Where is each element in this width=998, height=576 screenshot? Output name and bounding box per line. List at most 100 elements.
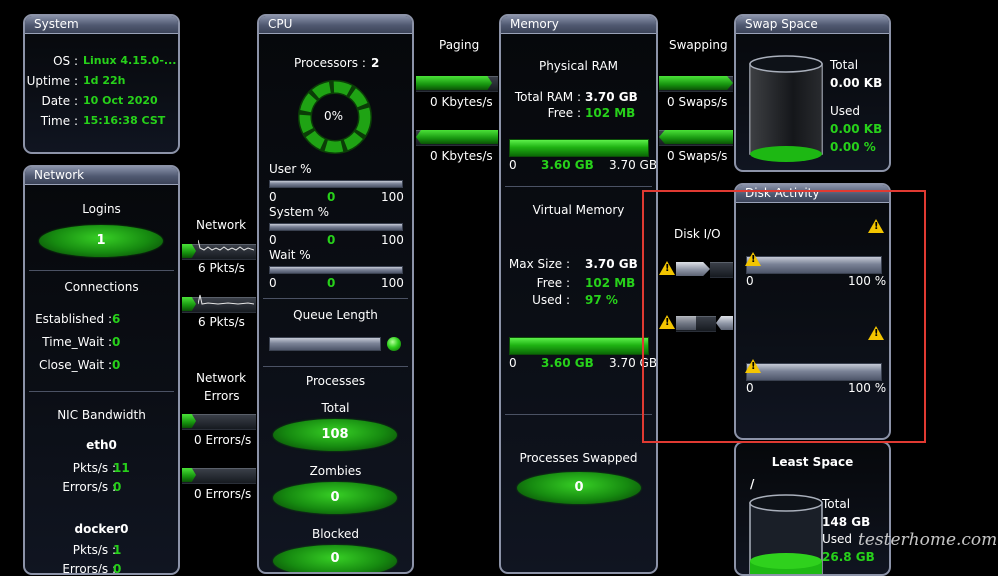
vm-free-label: Free : bbox=[536, 276, 570, 290]
close-wait-value: 0 bbox=[112, 358, 121, 372]
disk-io-connector-bar bbox=[710, 262, 733, 278]
zombies-label: Zombies bbox=[309, 464, 362, 478]
system-scale-max: 100 bbox=[381, 233, 404, 247]
paging-rate-1: 0 Kbytes/s bbox=[430, 95, 493, 109]
disk-scale-max: 100 % bbox=[848, 381, 887, 395]
system-percent-value: 0 bbox=[327, 233, 336, 247]
least-space-panel: Least Space / Total 148 GB Used 26.8 GB bbox=[734, 441, 891, 576]
network-rate-1: 6 Pkts/s bbox=[198, 261, 245, 275]
ram-bar-min: 0 bbox=[509, 158, 517, 172]
user-percent-value: 0 bbox=[327, 190, 336, 204]
virtual-memory-label: Virtual Memory bbox=[532, 203, 625, 217]
ram-bar-max: 3.70 GB bbox=[609, 158, 658, 172]
space-total-value: 148 GB bbox=[822, 515, 871, 529]
disk-bar-warning-icon: ! bbox=[745, 252, 761, 266]
vm-bar-max: 3.70 GB bbox=[609, 356, 658, 370]
disk-io-arrow bbox=[716, 316, 733, 330]
network-panel: Network Logins 1 Connections Established… bbox=[23, 165, 180, 575]
disk-io-label: Disk I/O bbox=[674, 227, 721, 241]
uptime-value: 1d 22h bbox=[83, 74, 126, 87]
disk-warning-icon: ! bbox=[868, 219, 884, 233]
established-label: Established : bbox=[35, 312, 112, 326]
space-total-label: Total bbox=[822, 497, 851, 511]
system-percent-bar bbox=[269, 223, 403, 231]
memory-separator-2 bbox=[505, 414, 652, 415]
wait-scale-min: 0 bbox=[269, 276, 277, 290]
network-sparkline-1 bbox=[198, 239, 254, 251]
swap-used-label: Used bbox=[830, 104, 861, 118]
disk-io-warning-icon: ! bbox=[659, 315, 675, 329]
disk-scale-min: 0 bbox=[746, 381, 754, 395]
paging-flow-arrow bbox=[416, 130, 498, 144]
wait-percent-value: 0 bbox=[327, 276, 336, 290]
network-separator-2 bbox=[29, 391, 174, 392]
swap-space-panel: Swap Space Total 0.00 KB Used 0.00 KB 0.… bbox=[734, 14, 891, 172]
nic-name: eth0 bbox=[86, 438, 117, 452]
virtual-memory-bar bbox=[509, 337, 649, 355]
network-separator-1 bbox=[29, 270, 174, 271]
vm-bar-min: 0 bbox=[509, 356, 517, 370]
disk-activity-bar bbox=[746, 363, 882, 381]
disk-io-warning-icon: ! bbox=[659, 261, 675, 275]
physical-ram-bar bbox=[509, 139, 649, 157]
date-value: 10 Oct 2020 bbox=[83, 94, 158, 107]
cpu-load-value: 0% bbox=[324, 109, 344, 123]
swap-used-value: 0.00 KB bbox=[830, 122, 883, 136]
system-scale-min: 0 bbox=[269, 233, 277, 247]
processes-label: Processes bbox=[305, 374, 366, 388]
errors-rate-2: 0 Errors/s bbox=[194, 487, 252, 501]
disk-activity-panel: Disk Activity ! ! 0 100 % ! ! 0 100 % bbox=[734, 183, 891, 440]
disk-activity-panel-title: Disk Activity bbox=[736, 185, 889, 203]
zombies-value: 0 bbox=[330, 490, 340, 505]
logins-label: Logins bbox=[82, 202, 121, 216]
system-panel-title: System bbox=[25, 16, 178, 34]
queue-length-label: Queue Length bbox=[293, 308, 378, 322]
ram-bar-used: 3.60 GB bbox=[541, 158, 594, 172]
cpu-separator-2 bbox=[263, 366, 408, 367]
ram-free-label: Free : bbox=[547, 106, 581, 120]
processes-swapped-indicator: 0 bbox=[517, 472, 641, 504]
network-errors-label: Network bbox=[196, 371, 247, 385]
total-ram-value: 3.70 GB bbox=[585, 90, 638, 104]
network-connector-label: Network bbox=[196, 218, 247, 232]
memory-panel-title: Memory bbox=[501, 16, 656, 34]
space-used-label: Used bbox=[822, 532, 853, 546]
queue-status-led-icon bbox=[387, 337, 401, 351]
user-percent-label: User % bbox=[269, 162, 312, 176]
nic-pkts-value: 11 bbox=[113, 461, 130, 475]
disk-io-arrow bbox=[676, 316, 696, 330]
processes-total-indicator: 108 bbox=[273, 419, 397, 451]
swapping-label: Swapping bbox=[669, 38, 728, 52]
connections-label: Connections bbox=[64, 280, 139, 294]
total-ram-label: Total RAM : bbox=[514, 90, 581, 104]
swap-total-value: 0.00 KB bbox=[830, 76, 883, 90]
wait-scale-max: 100 bbox=[381, 276, 404, 290]
paging-label: Paging bbox=[439, 38, 480, 52]
vm-bar-used: 3.60 GB bbox=[541, 356, 594, 370]
nic-bandwidth-label: NIC Bandwidth bbox=[57, 408, 146, 422]
close-wait-label: Close_Wait : bbox=[38, 358, 112, 372]
disk-activity-bar bbox=[746, 256, 882, 274]
logins-value: 1 bbox=[96, 233, 106, 248]
processes-swapped-label: Processes Swapped bbox=[519, 451, 638, 465]
swapping-flow-arrow bbox=[659, 130, 733, 144]
disk-warning-icon: ! bbox=[868, 326, 884, 340]
disk-scale-max: 100 % bbox=[848, 274, 887, 288]
nic-errors-value: 0 bbox=[113, 480, 122, 494]
time-wait-label: Time_Wait : bbox=[42, 335, 112, 349]
os-value: Linux 4.15.0-... bbox=[83, 54, 177, 67]
nic-name: docker0 bbox=[74, 522, 129, 536]
cpu-panel-title: CPU bbox=[259, 16, 412, 34]
swap-rate-1: 0 Swaps/s bbox=[667, 95, 728, 109]
os-label: OS : bbox=[53, 54, 78, 68]
watermark: testerhome.com bbox=[858, 530, 998, 550]
errors-rate-1: 0 Errors/s bbox=[194, 433, 252, 447]
network-rate-2: 6 Pkts/s bbox=[198, 315, 245, 329]
swap-rate-2: 0 Swaps/s bbox=[667, 149, 728, 163]
disk-io-arrow bbox=[676, 262, 710, 276]
memory-separator-1 bbox=[505, 186, 652, 187]
date-label: Date : bbox=[41, 94, 78, 108]
paging-flow-arrow bbox=[416, 76, 492, 90]
space-used-value: 26.8 GB bbox=[822, 550, 875, 564]
max-size-value: 3.70 GB bbox=[585, 257, 638, 271]
